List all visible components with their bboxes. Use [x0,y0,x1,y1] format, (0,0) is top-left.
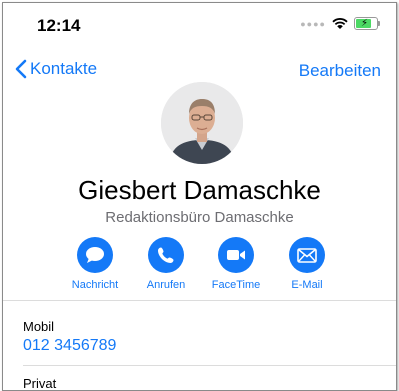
status-time: 12:14 [37,16,81,35]
back-label: Kontakte [30,59,98,78]
contact-name: Giesbert Damaschke [78,175,321,205]
mail-icon [289,237,325,273]
call-button[interactable]: Anrufen [126,237,206,291]
message-label: Nachricht [71,279,119,291]
phone-icon [148,237,184,273]
status-bar: 12:14 ●●●● ⚡ [3,3,396,47]
charging-icon: ⚡ [361,18,369,29]
message-button[interactable]: Nachricht [55,237,135,291]
contact-company: Redaktionsbüro Damaschke [105,209,294,226]
facetime-button[interactable]: FaceTime [196,237,276,291]
call-label: Anrufen [146,279,186,291]
email-label: E-Mail [291,279,323,291]
facetime-label: FaceTime [211,279,261,291]
avatar [161,82,243,164]
status-icons: ●●●● ⚡ [300,17,380,30]
mobile-label: Mobil [23,319,55,334]
divider [3,300,396,301]
back-button[interactable]: Kontakte [15,59,97,79]
contact-detail-screen: 12:14 ●●●● ⚡ Kontakte Bearbeiten Giesber… [2,2,397,391]
chevron-left-icon [15,59,27,79]
email-button[interactable]: E-Mail [267,237,347,291]
edit-button[interactable]: Bearbeiten [299,61,381,81]
message-icon [77,237,113,273]
wifi-icon [332,17,348,29]
field-divider [23,365,396,366]
video-icon [218,237,254,273]
private-label: Privat [23,376,57,391]
signal-icon: ●●●● [300,18,326,29]
person-photo-icon [161,82,243,164]
mobile-number[interactable]: 012 3456789 [23,337,116,355]
battery-icon: ⚡ [354,17,380,30]
